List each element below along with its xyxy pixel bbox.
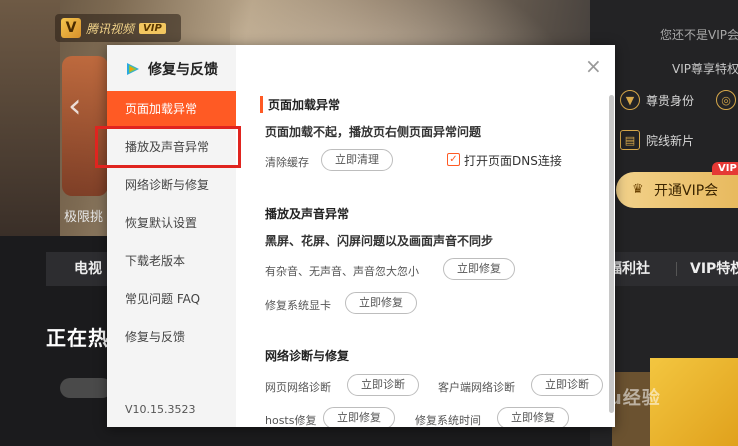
gpu-repair-button[interactable]: 立即修复 xyxy=(345,292,417,314)
system-time-label: 修复系统时间 xyxy=(415,414,481,427)
hosts-repair-button[interactable]: 立即修复 xyxy=(323,407,395,427)
client-network-label: 客户端网络诊断 xyxy=(438,381,515,394)
dialog-title: 修复与反馈 xyxy=(148,62,218,78)
vip-privileges-heading: VIP尊享特权 xyxy=(672,62,738,76)
section-heading-page-load: 页面加载异常 xyxy=(260,96,340,113)
web-diagnose-button[interactable]: 立即诊断 xyxy=(347,374,419,396)
nav-item-tv[interactable]: 电视 xyxy=(74,252,102,286)
vip-item-label: 院线新片 xyxy=(646,133,695,148)
hosts-repair-label: hosts修复 xyxy=(265,414,317,427)
sidebar-item-page-load[interactable]: 页面加载异常 xyxy=(107,91,236,127)
section-heading-network: 网络诊断与修复 xyxy=(265,349,350,363)
client-diagnose-button[interactable]: 立即诊断 xyxy=(531,374,603,396)
tencent-video-logo-icon xyxy=(125,61,141,77)
vip-item-films[interactable]: ▤ 院线新片 xyxy=(620,130,694,150)
vip-item-extra[interactable]: ◎ xyxy=(716,90,736,110)
tencent-video-v-icon: V xyxy=(61,18,81,38)
version-label: V10.15.3523 xyxy=(125,403,196,416)
sidebar-item-faq[interactable]: 常见问题 FAQ xyxy=(107,281,236,317)
playback-subtitle: 黑屏、花屏、闪屏问题以及画面声音不同步 xyxy=(265,234,494,248)
clear-cache-button[interactable]: 立即清理 xyxy=(321,149,393,171)
section-heading-playback: 播放及声音异常 xyxy=(265,207,350,221)
category-pill[interactable] xyxy=(60,378,112,398)
sidebar-item-network[interactable]: 网络诊断与修复 xyxy=(107,167,236,203)
highlight-box xyxy=(95,126,241,168)
dialog-header: 修复与反馈 xyxy=(125,59,218,79)
sound-issue-label: 有杂音、无声音、声音忽大忽小 xyxy=(265,265,419,278)
open-vip-label: 开通VIP会 xyxy=(654,183,719,199)
page-load-subtitle: 页面加载不起，播放页右侧页面异常问题 xyxy=(265,125,482,139)
system-time-repair-button[interactable]: 立即修复 xyxy=(497,407,569,427)
vip-corner-badge: VIP xyxy=(712,162,738,175)
banner-prev-arrow-icon[interactable]: ‹ xyxy=(68,86,94,126)
dns-checkbox-label[interactable]: 打开页面DNS连接 xyxy=(464,152,562,169)
clear-cache-label: 清除缓存 xyxy=(265,156,309,169)
sound-repair-button[interactable]: 立即修复 xyxy=(443,258,515,280)
gpu-repair-label: 修复系统显卡 xyxy=(265,299,331,312)
content-scrollbar[interactable] xyxy=(609,95,614,413)
open-vip-button[interactable]: ♛ 开通VIP会 xyxy=(616,172,738,208)
logo-vip-badge: VIP xyxy=(139,22,166,34)
nav-item-vip-privileges[interactable]: VIP特权 xyxy=(690,252,738,286)
vip-item-status[interactable]: ▼ 尊贵身份 xyxy=(620,90,694,110)
film-icon: ▤ xyxy=(620,130,640,150)
web-network-label: 网页网络诊断 xyxy=(265,381,331,394)
sidebar-item-restore-defaults[interactable]: 恢复默认设置 xyxy=(107,205,236,241)
sidebar-item-feedback[interactable]: 修复与反馈 xyxy=(107,319,236,355)
logo-text: 腾讯视频 xyxy=(86,21,135,36)
video-thumbnail[interactable] xyxy=(650,358,738,446)
tencent-video-logo: V 腾讯视频 VIP xyxy=(55,14,181,42)
banner-caption[interactable]: 极限挑 xyxy=(64,206,103,225)
close-icon[interactable]: × xyxy=(585,56,602,76)
dns-checkbox[interactable]: ✓ xyxy=(447,153,460,166)
rank-icon: ◎ xyxy=(716,90,736,110)
vip-login-text[interactable]: 您还不是VIP会 xyxy=(660,26,738,43)
repair-feedback-dialog: 修复与反馈 页面加载异常 播放及声音异常 网络诊断与修复 恢复默认设置 下载老版… xyxy=(107,45,615,427)
banner-left-panel xyxy=(0,0,60,236)
nav-divider xyxy=(676,262,677,276)
crown-icon: ▼ xyxy=(620,90,640,110)
sidebar-item-old-version[interactable]: 下载老版本 xyxy=(107,243,236,279)
section-title: 正在热 xyxy=(46,326,109,350)
vip-item-label: 尊贵身份 xyxy=(646,93,695,108)
dialog-sidebar: 修复与反馈 页面加载异常 播放及声音异常 网络诊断与修复 恢复默认设置 下载老版… xyxy=(107,45,236,427)
vip-crown-icon: ♛ xyxy=(632,182,644,197)
